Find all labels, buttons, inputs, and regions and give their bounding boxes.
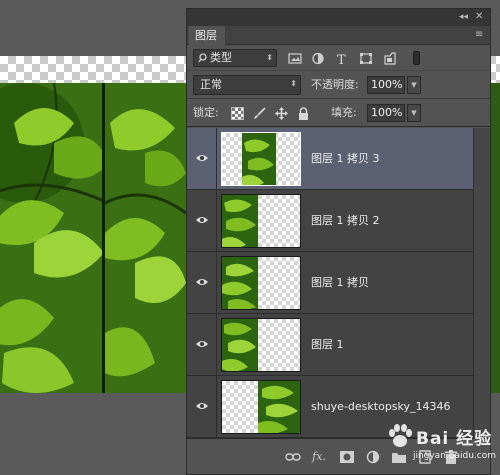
lock-transparent-pixels-icon[interactable] (231, 107, 244, 120)
watermark-url: jingyan.baidu.com (412, 451, 496, 461)
layer-name[interactable]: 图层 1 拷贝 2 (311, 212, 380, 230)
layers-list: 图层 1 拷贝 3 图层 1 拷贝 2 图层 1 拷贝 图层 1 shuye-d… (187, 128, 473, 438)
lock-position-move-icon[interactable] (275, 107, 288, 120)
collapse-panel-icon[interactable]: ◂◂ (459, 12, 471, 22)
layer-name[interactable]: 图层 1 (311, 336, 344, 354)
layer-thumbnail[interactable] (221, 256, 301, 310)
lock-image-pixels-brush-icon[interactable] (253, 107, 266, 120)
eye-icon (196, 279, 208, 285)
thumbnail-leaf-image (222, 195, 258, 247)
search-icon (198, 53, 207, 63)
thumbnail-leaf-image (242, 133, 276, 185)
lock-all-padlock-icon[interactable] (297, 107, 310, 120)
panel-tab-row: 图层 ≡ (187, 26, 490, 45)
type-layer-filter-icon[interactable]: T (335, 52, 349, 65)
layers-panel: ◂◂ ✕ 图层 ≡ 类型 ⬍ T 正常 ⬍ 不透明度: 100% ▼ 锁定: 填… (186, 8, 491, 475)
opacity-input[interactable]: 100% (367, 76, 405, 94)
layer-name[interactable]: 图层 1 拷贝 3 (311, 150, 380, 168)
layer-name[interactable]: 图层 1 拷贝 (311, 274, 369, 292)
layer-thumbnail[interactable] (221, 380, 301, 434)
eye-icon (196, 217, 208, 223)
fx-layer-style-button[interactable]: fx. (311, 450, 327, 464)
visibility-toggle[interactable] (187, 376, 217, 437)
layer-row[interactable]: 图层 1 拷贝 (187, 252, 473, 314)
opacity-dropdown-button[interactable]: ▼ (407, 76, 421, 94)
visibility-toggle[interactable] (187, 190, 217, 251)
smart-object-filter-icon[interactable] (383, 52, 397, 65)
updown-arrows-icon: ⬍ (290, 79, 297, 88)
fill-input[interactable]: 100% (367, 104, 405, 122)
filter-kind-select[interactable]: 类型 ⬍ (193, 49, 277, 67)
fill-label: 填充: (331, 106, 357, 119)
blend-mode-select[interactable]: 正常 ⬍ (193, 75, 301, 95)
panel-titlebar[interactable]: ◂◂ ✕ (187, 9, 490, 26)
opacity-label: 不透明度: (311, 78, 359, 91)
layer-row[interactable]: 图层 1 拷贝 3 (187, 128, 473, 190)
add-mask-icon[interactable] (339, 450, 355, 464)
svg-text:T: T (337, 53, 346, 65)
blend-row: 正常 ⬍ 不透明度: 100% ▼ (187, 71, 490, 99)
pixel-layer-filter-icon[interactable] (288, 52, 302, 65)
layer-thumbnail[interactable] (221, 132, 301, 186)
leaf-strip-2 (105, 83, 186, 393)
watermark-text: Bai 经验 (416, 429, 493, 449)
layer-row[interactable]: 图层 1 拷贝 2 (187, 190, 473, 252)
eye-icon (196, 341, 208, 347)
watermark-logo: Bai 经验 jingyan.baidu.com (380, 418, 496, 474)
thumbnail-leaf-image (222, 319, 258, 371)
shape-layer-filter-icon[interactable] (359, 52, 373, 65)
layer-thumbnail[interactable] (221, 194, 301, 248)
filter-toggle-switch[interactable] (413, 51, 420, 65)
adjustment-layer-filter-icon[interactable] (311, 52, 325, 65)
thumbnail-leaf-image (222, 257, 258, 309)
thumbnail-leaf-image (258, 381, 300, 433)
panel-menu-icon[interactable]: ≡ (475, 29, 487, 41)
link-layers-icon[interactable] (285, 450, 301, 464)
layer-thumbnail[interactable] (221, 318, 301, 372)
visibility-toggle[interactable] (187, 314, 217, 375)
layers-scrollbar[interactable] (473, 128, 490, 438)
blend-mode-value: 正常 (200, 78, 222, 91)
eye-icon (196, 403, 208, 409)
filter-kind-label: 类型 (210, 51, 232, 64)
paw-logo-icon (389, 424, 412, 447)
tab-layers[interactable]: 图层 (189, 26, 225, 45)
fill-dropdown-button[interactable]: ▼ (407, 104, 421, 122)
leaf-strip-1 (0, 83, 102, 393)
lock-label: 锁定: (193, 106, 219, 119)
layer-name[interactable]: shuye-desktopsky_14346 (311, 398, 451, 416)
new-adjustment-layer-icon[interactable] (365, 450, 381, 464)
eye-icon (196, 155, 208, 161)
layer-row[interactable]: 图层 1 (187, 314, 473, 376)
filter-row: 类型 ⬍ T (187, 45, 490, 71)
visibility-toggle[interactable] (187, 128, 217, 189)
lock-row: 锁定: 填充: 100% ▼ (187, 99, 490, 127)
updown-arrows-icon: ⬍ (266, 53, 273, 62)
close-panel-icon[interactable]: ✕ (475, 11, 487, 22)
visibility-toggle[interactable] (187, 252, 217, 313)
